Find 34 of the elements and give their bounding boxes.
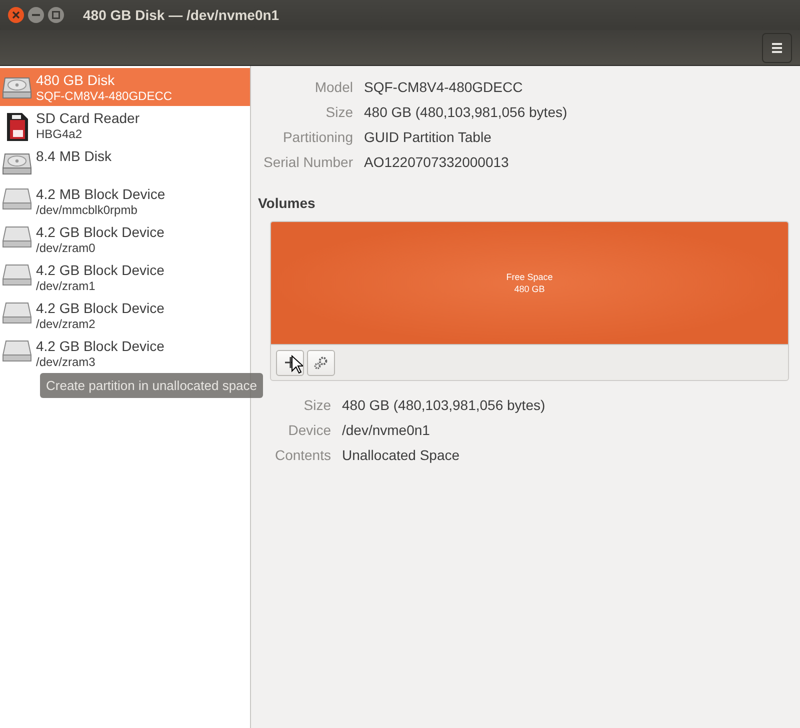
tooltip: Create partition in unallocated space xyxy=(40,373,264,398)
field-label: Device xyxy=(287,421,331,440)
maximize-icon xyxy=(52,11,60,19)
field-value: Unallocated Space xyxy=(342,446,461,465)
field-value: AO1220707332000013 xyxy=(364,153,510,172)
minimize-icon xyxy=(32,14,40,16)
field-value: 480 GB (480,103,981,056 bytes) xyxy=(342,396,546,415)
close-button[interactable] xyxy=(8,7,24,23)
window-title: 480 GB Disk — /dev/nvme0n1 xyxy=(83,7,280,23)
settings-button[interactable] xyxy=(307,350,335,376)
field-value: SQF-CM8V4-480GDECC xyxy=(364,78,524,97)
minimize-button[interactable] xyxy=(28,7,44,23)
field-label: Model xyxy=(314,78,353,97)
drive-icon xyxy=(2,302,32,324)
field-label: Size xyxy=(302,396,331,415)
field-value: 480 GB (480,103,981,056 bytes) xyxy=(364,103,568,122)
drive-icon xyxy=(2,226,32,248)
drive-icon xyxy=(2,188,32,210)
field-label: Serial Number xyxy=(262,153,353,172)
menu-icon xyxy=(772,42,782,52)
field-value: GUID Partition Table xyxy=(364,128,492,147)
maximize-button[interactable] xyxy=(48,7,64,23)
drive-icon xyxy=(2,340,32,362)
field-label: Partitioning xyxy=(282,128,353,147)
section-heading: Volumes xyxy=(258,195,316,211)
gears-icon xyxy=(313,356,329,370)
sd-card-icon xyxy=(5,112,29,142)
field-value: /dev/nvme0n1 xyxy=(342,421,431,440)
field-label: Contents xyxy=(274,446,331,465)
close-icon xyxy=(12,11,20,19)
drive-icon xyxy=(2,264,32,286)
mouse-pointer-icon xyxy=(291,355,303,374)
menu-button[interactable] xyxy=(762,32,792,62)
field-label: Size xyxy=(324,103,353,122)
